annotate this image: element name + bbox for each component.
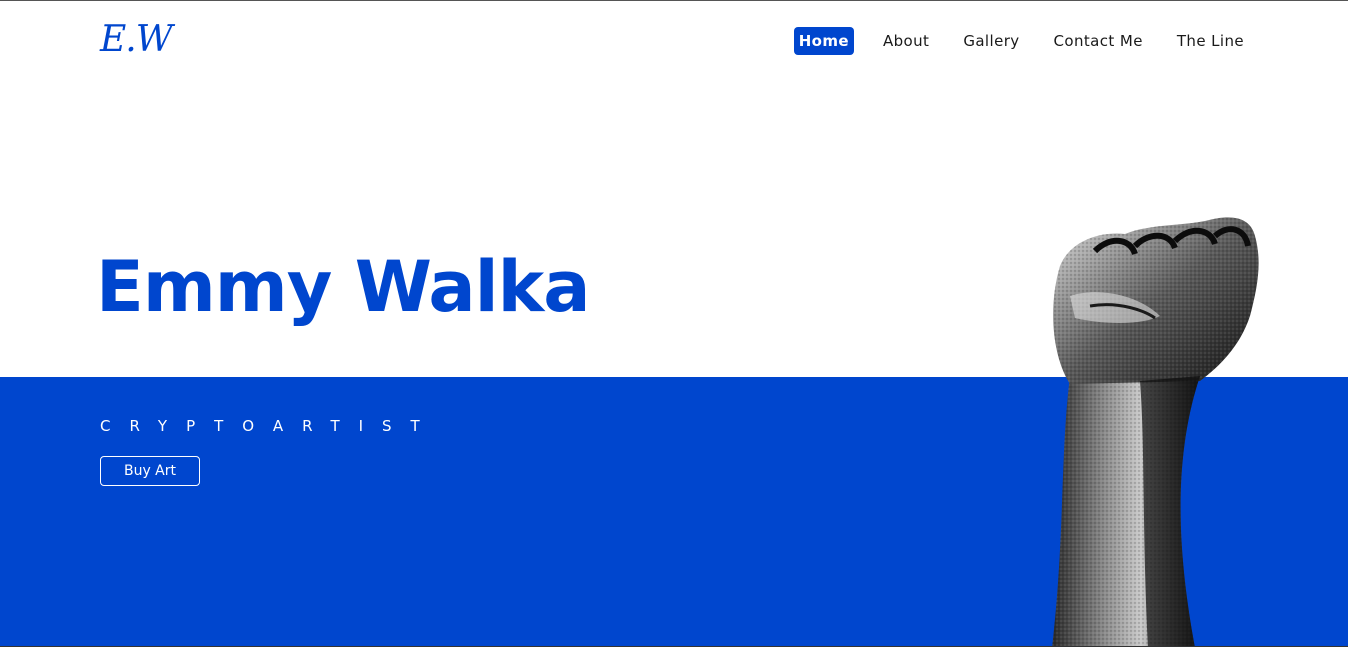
main-nav: Home About Gallery Contact Me The Line [793,27,1249,55]
raised-fist-image [1052,217,1259,646]
site-logo[interactable]: E.W [100,15,173,65]
nav-item-gallery[interactable]: Gallery [958,27,1024,55]
hero-subtitle: CRYPTOARTIST [100,417,439,435]
nav-item-contact-me[interactable]: Contact Me [1049,27,1148,55]
nav-item-about[interactable]: About [878,27,934,55]
nav-item-the-line[interactable]: The Line [1172,27,1249,55]
buy-art-button[interactable]: Buy Art [100,456,200,486]
hero-title: Emmy Walka [96,246,590,328]
nav-item-home[interactable]: Home [793,27,854,55]
page: E.W Home About Gallery Contact Me The Li… [0,0,1348,647]
